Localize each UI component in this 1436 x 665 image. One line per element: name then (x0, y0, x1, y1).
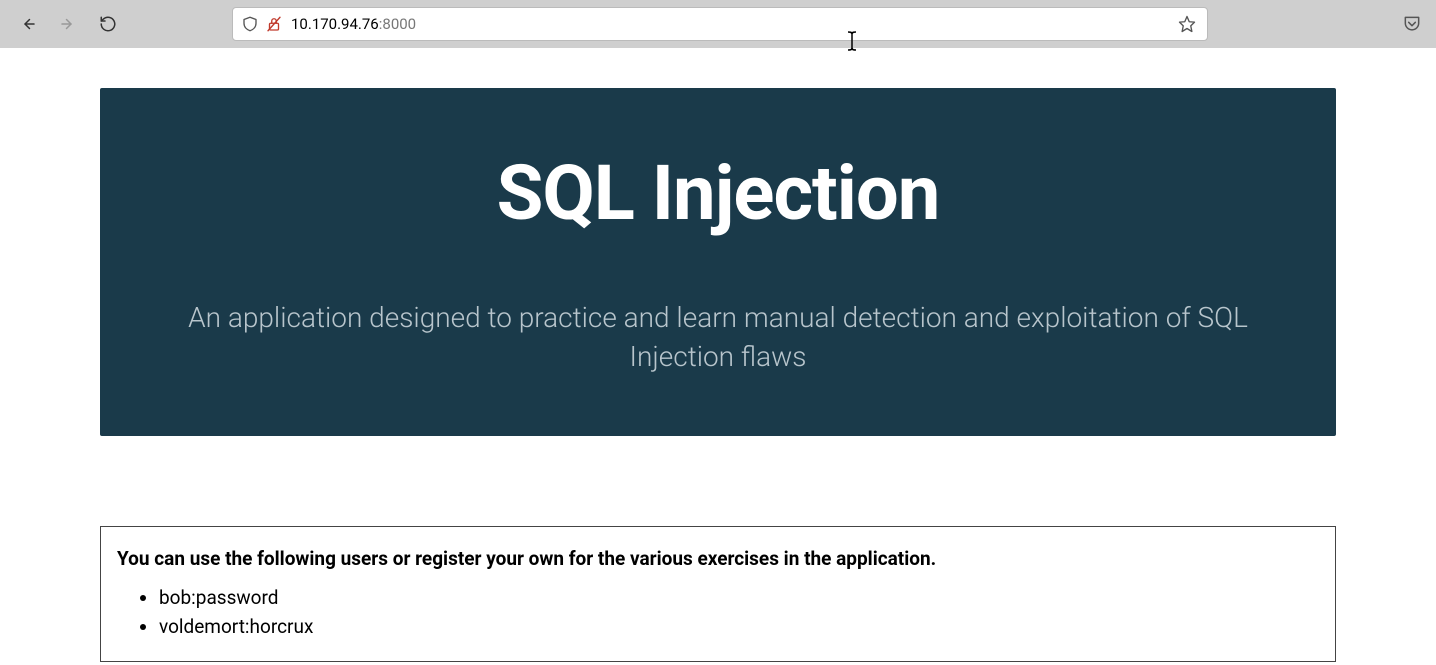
list-item: voldemort:horcrux (159, 613, 1319, 642)
users-info-heading: You can use the following users or regis… (117, 547, 1319, 570)
browser-toolbar: 10.170.94.76:8000 (0, 0, 1436, 48)
url-input[interactable]: 10.170.94.76:8000 (291, 15, 1167, 33)
page-content: SQL Injection An application designed to… (0, 48, 1436, 662)
page-subtitle: An application designed to practice and … (168, 298, 1268, 376)
url-port: :8000 (379, 15, 416, 33)
page-title: SQL Injection (140, 148, 1296, 238)
insecure-lock-icon[interactable] (265, 15, 283, 33)
reload-button[interactable] (92, 8, 124, 40)
back-button[interactable] (12, 8, 44, 40)
pocket-icon[interactable] (1400, 12, 1424, 36)
users-info-box: You can use the following users or regis… (100, 526, 1336, 662)
url-host: 10.170.94.76 (291, 15, 379, 33)
list-item: bob:password (159, 584, 1319, 613)
forward-button[interactable] (52, 8, 84, 40)
hero-banner: SQL Injection An application designed to… (100, 88, 1336, 436)
users-list: bob:password voldemort:horcrux (117, 584, 1319, 641)
shield-icon[interactable] (241, 15, 259, 33)
address-bar[interactable]: 10.170.94.76:8000 (232, 7, 1208, 41)
bookmark-star-icon[interactable] (1175, 12, 1199, 36)
